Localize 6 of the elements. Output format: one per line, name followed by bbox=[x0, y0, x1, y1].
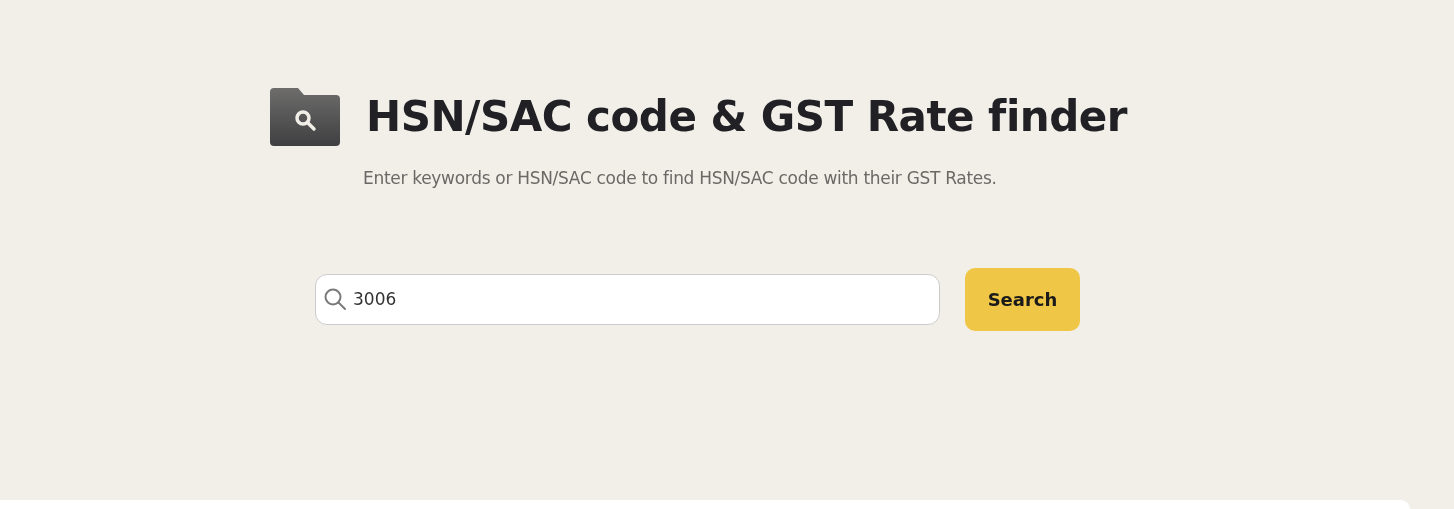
search-field[interactable]: 3006 bbox=[315, 273, 940, 325]
search-button[interactable]: Search bbox=[965, 267, 1080, 331]
page-title: HSN/SAC code & GST Rate finder bbox=[366, 96, 1127, 138]
search-icon bbox=[323, 286, 347, 311]
folder-search-icon bbox=[270, 88, 340, 146]
page-subtitle: Enter keywords or HSN/SAC code to find HSN/SAC code with their GST Rates. bbox=[363, 167, 998, 190]
